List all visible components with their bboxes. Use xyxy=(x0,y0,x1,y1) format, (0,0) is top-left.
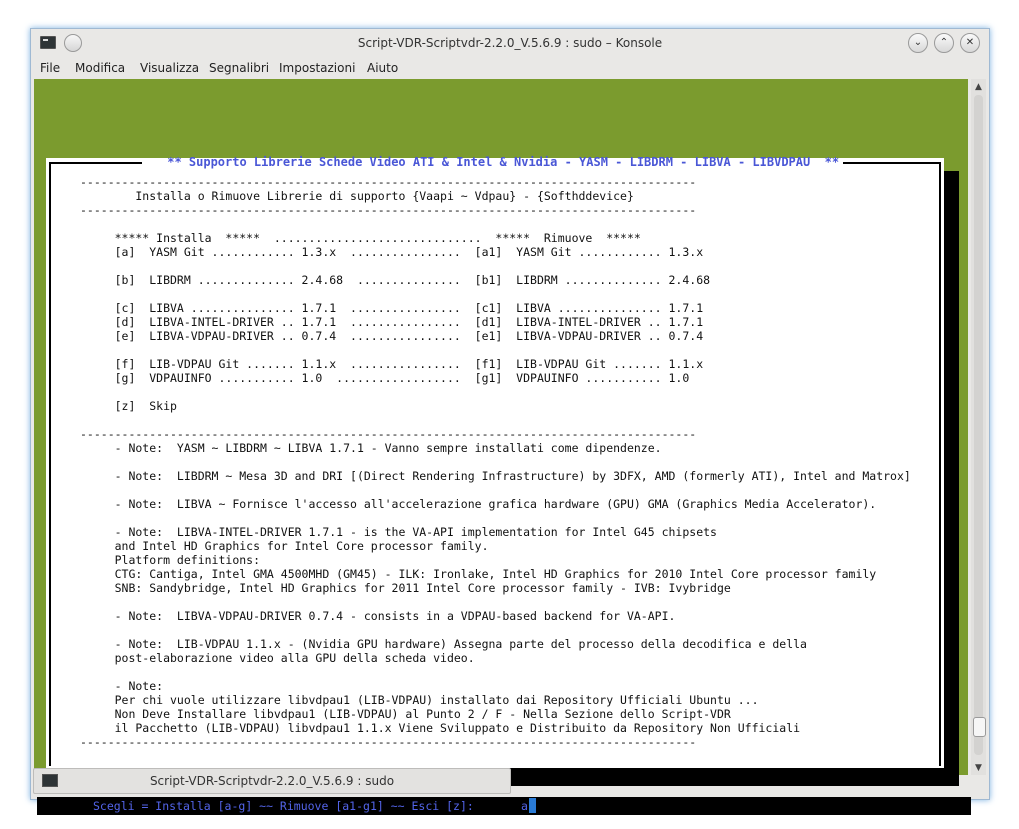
dialog-line: [d] LIBVA-INTEL-DRIVER .. 1.7.1 ........… xyxy=(80,315,704,329)
scrollbar[interactable]: ▲ ▼ xyxy=(971,79,986,775)
dialog-line: ***** Installa ***** ...................… xyxy=(80,231,641,245)
dialog-border xyxy=(939,162,941,766)
prompt-text: Scegli = Installa [a-g] ~~ Rimuove [a1-g… xyxy=(93,799,474,813)
dialog-box: ** Supporto Librerie Schede Video ATI & … xyxy=(46,155,944,768)
menu-visualizza[interactable]: Visualizza xyxy=(140,61,199,75)
maximize-button[interactable]: ⌃ xyxy=(934,33,954,53)
prompt-input[interactable]: a xyxy=(521,799,528,813)
dialog-line: ----------------------------------------… xyxy=(80,175,697,189)
dialog-line: Platform definitions: xyxy=(80,553,261,567)
dialog-title: ** Supporto Librerie Schede Video ATI & … xyxy=(160,155,847,169)
dialog-line: [b] LIBDRM .............. 2.4.68 .......… xyxy=(80,273,711,287)
scroll-thumb[interactable] xyxy=(973,717,986,737)
dialog-line: - Note: LIB-VDPAU 1.1.x - (Nvidia GPU ha… xyxy=(80,637,807,651)
dialog-line: - Note: LIBDRM ~ Mesa 3D and DRI [(Direc… xyxy=(80,469,911,483)
taskbar-label: Script-VDR-Scriptvdr-2.2.0_V.5.6.9 : sud… xyxy=(149,774,395,788)
dialog-line: ----------------------------------------… xyxy=(80,735,697,749)
menu-bar: File Modifica Visualizza Segnalibri Impo… xyxy=(31,57,989,79)
dialog-line: - Note: LIBVA-VDPAU-DRIVER 0.7.4 - consi… xyxy=(80,609,676,623)
taskbar-item-konsole[interactable]: Script-VDR-Scriptvdr-2.2.0_V.5.6.9 : sud… xyxy=(33,768,511,794)
minimize-button[interactable]: ⌄ xyxy=(908,33,928,53)
scroll-up-icon[interactable]: ▲ xyxy=(971,80,986,94)
dialog-border xyxy=(49,162,142,164)
dialog-line: SNB: Sandybridge, Intel HD Graphics for … xyxy=(80,581,731,595)
scroll-track[interactable] xyxy=(974,95,983,755)
terminal-area[interactable]: ** Supporto Librerie Schede Video ATI & … xyxy=(34,79,971,815)
dialog-line: Per chi vuole utilizzare libvdpau1 (LIB-… xyxy=(80,693,759,707)
dialog-line: Installa o Rimuove Librerie di supporto … xyxy=(80,189,634,203)
menu-impostazioni[interactable]: Impostazioni xyxy=(279,61,355,75)
dialog-line: CTG: Cantiga, Intel GMA 4500MHD (GM45) -… xyxy=(80,567,877,581)
dialog-line: Non Deve Installare libvdpau1 (LIB-VDPAU… xyxy=(80,707,731,721)
prompt-line[interactable]: Scegli = Installa [a-g] ~~ Rimuove [a1-g… xyxy=(37,797,971,815)
dialog-line: [g] VDPAUINFO ........... 1.0 ..........… xyxy=(80,371,690,385)
dialog-line: il Pacchetto (LIB-VDPAU) libvdpau1 1.1.x… xyxy=(80,721,801,735)
taskbar: Script-VDR-Scriptvdr-2.2.0_V.5.6.9 : sud… xyxy=(30,768,988,798)
dialog-line: ----------------------------------------… xyxy=(80,203,697,217)
dialog-line: - Note: LIBVA ~ Fornisce l'accesso all'a… xyxy=(80,497,877,511)
window-title: Script-VDR-Scriptvdr-2.2.0_V.5.6.9 : sud… xyxy=(357,36,663,50)
dialog-line: [z] Skip xyxy=(80,399,177,413)
dialog-line: - Note: YASM ~ LIBDRM ~ LIBVA 1.7.1 - Va… xyxy=(80,441,662,455)
dialog-line: [a] YASM Git ............ 1.3.x ........… xyxy=(80,245,704,259)
text-cursor xyxy=(529,798,536,813)
menu-modifica[interactable]: Modifica xyxy=(75,61,125,75)
dialog-border xyxy=(49,162,51,766)
dialog-body: ----------------------------------------… xyxy=(80,175,911,749)
menu-segnalibri[interactable]: Segnalibri xyxy=(209,61,269,75)
konsole-window: Script-VDR-Scriptvdr-2.2.0_V.5.6.9 : sud… xyxy=(30,28,990,815)
close-button[interactable]: ✕ xyxy=(960,33,980,53)
menu-file[interactable]: File xyxy=(40,61,60,75)
dialog-line: [e] LIBVA-VDPAU-DRIVER .. 0.7.4 ........… xyxy=(80,329,704,343)
dialog-line: and Intel HD Graphics for Intel Core pro… xyxy=(80,539,489,553)
dialog-line: - Note: xyxy=(80,679,164,693)
dialog-line: post-elaborazione video alla GPU della s… xyxy=(80,651,475,665)
dialog-line: - Note: LIBVA-INTEL-DRIVER 1.7.1 - is th… xyxy=(80,525,717,539)
dialog-line: [f] LIB-VDPAU Git ....... 1.1.x ........… xyxy=(80,357,704,371)
dialog-border xyxy=(843,162,941,164)
title-bar[interactable]: Script-VDR-Scriptvdr-2.2.0_V.5.6.9 : sud… xyxy=(31,29,989,57)
dialog-line: [c] LIBVA ............... 1.7.1 ........… xyxy=(80,301,704,315)
dialog-line: ----------------------------------------… xyxy=(80,427,697,441)
menu-aiuto[interactable]: Aiuto xyxy=(367,61,398,75)
